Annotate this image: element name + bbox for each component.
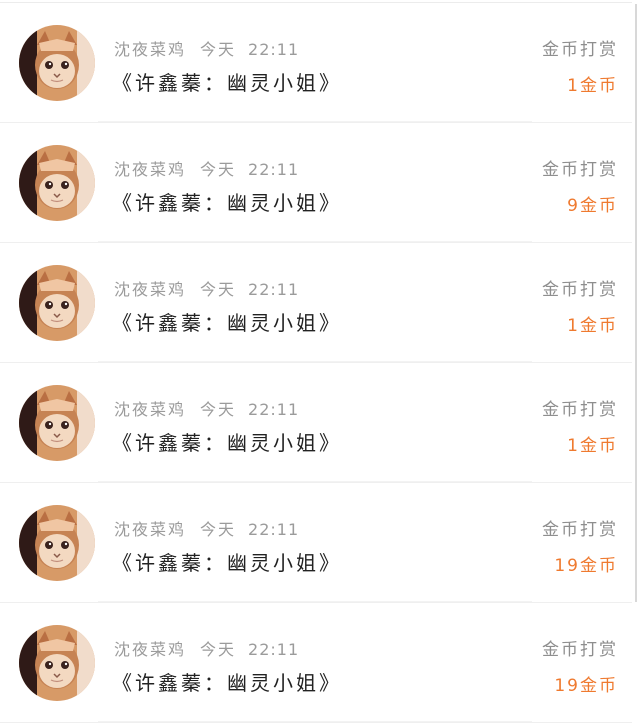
row-meta: 沈夜菜鸡 今天 22:11 [114,276,299,300]
book-title[interactable]: 《许鑫蓁：幽灵小姐》 [112,547,342,576]
reward-row[interactable]: 沈夜菜鸡 今天 22:11 《许鑫蓁：幽灵小姐》 金币打赏 1金币 [0,3,632,123]
time-label: 22:11 [248,400,300,419]
reward-action-label: 金币打赏 [542,280,618,300]
reward-action-label: 金币打赏 [542,160,618,180]
reward-amount: 1金币 [567,316,618,336]
book-title[interactable]: 《许鑫蓁：幽灵小姐》 [112,187,342,216]
time-label: 22:11 [248,520,300,539]
row-meta: 沈夜菜鸡 今天 22:11 [114,396,299,420]
row-divider [98,361,532,362]
reward-action-label: 金币打赏 [542,40,618,60]
username: 沈夜菜鸡 [114,40,187,59]
reward-row[interactable]: 沈夜菜鸡 今天 22:11 《许鑫蓁：幽灵小姐》 金币打赏 9金币 [0,123,632,243]
cat-avatar-icon[interactable] [19,145,95,221]
row-meta: 沈夜菜鸡 今天 22:11 [114,516,299,540]
username: 沈夜菜鸡 [114,400,187,419]
reward-amount: 1金币 [567,76,618,96]
date-label: 今天 [200,40,237,59]
date-label: 今天 [200,400,237,419]
reward-row[interactable]: 沈夜菜鸡 今天 22:11 《许鑫蓁：幽灵小姐》 金币打赏 1金币 [0,363,632,483]
username: 沈夜菜鸡 [114,160,187,179]
row-divider [98,721,532,722]
time-label: 22:11 [248,640,300,659]
reward-amount: 1金币 [567,436,618,456]
username: 沈夜菜鸡 [114,640,187,659]
reward-amount: 9金币 [567,196,618,216]
reward-feed: 沈夜菜鸡 今天 22:11 《许鑫蓁：幽灵小姐》 金币打赏 1金币 沈夜菜鸡 今… [0,2,632,723]
reward-row[interactable]: 沈夜菜鸡 今天 22:11 《许鑫蓁：幽灵小姐》 金币打赏 1金币 [0,243,632,363]
row-divider [98,601,532,602]
book-title[interactable]: 《许鑫蓁：幽灵小姐》 [112,307,342,336]
book-title[interactable]: 《许鑫蓁：幽灵小姐》 [112,427,342,456]
username: 沈夜菜鸡 [114,520,187,539]
reward-row[interactable]: 沈夜菜鸡 今天 22:11 《许鑫蓁：幽灵小姐》 金币打赏 19金币 [0,483,632,603]
reward-amount: 19金币 [554,556,618,576]
date-label: 今天 [200,280,237,299]
row-meta: 沈夜菜鸡 今天 22:11 [114,36,299,60]
scrollbar[interactable] [635,4,637,602]
date-label: 今天 [200,520,237,539]
reward-amount: 19金币 [554,676,618,696]
cat-avatar-icon[interactable] [19,25,95,101]
username: 沈夜菜鸡 [114,280,187,299]
time-label: 22:11 [248,160,300,179]
cat-avatar-icon[interactable] [19,385,95,461]
row-divider [98,121,532,122]
reward-action-label: 金币打赏 [542,400,618,420]
row-divider [98,241,532,242]
reward-row[interactable]: 沈夜菜鸡 今天 22:11 《许鑫蓁：幽灵小姐》 金币打赏 19金币 [0,603,632,723]
reward-action-label: 金币打赏 [542,520,618,540]
cat-avatar-icon[interactable] [19,625,95,701]
cat-avatar-icon[interactable] [19,505,95,581]
row-meta: 沈夜菜鸡 今天 22:11 [114,156,299,180]
cat-avatar-icon[interactable] [19,265,95,341]
reward-action-label: 金币打赏 [542,640,618,660]
row-meta: 沈夜菜鸡 今天 22:11 [114,636,299,660]
time-label: 22:11 [248,280,300,299]
date-label: 今天 [200,160,237,179]
row-divider [98,481,532,482]
book-title[interactable]: 《许鑫蓁：幽灵小姐》 [112,667,342,696]
book-title[interactable]: 《许鑫蓁：幽灵小姐》 [112,67,342,96]
time-label: 22:11 [248,40,300,59]
date-label: 今天 [200,640,237,659]
